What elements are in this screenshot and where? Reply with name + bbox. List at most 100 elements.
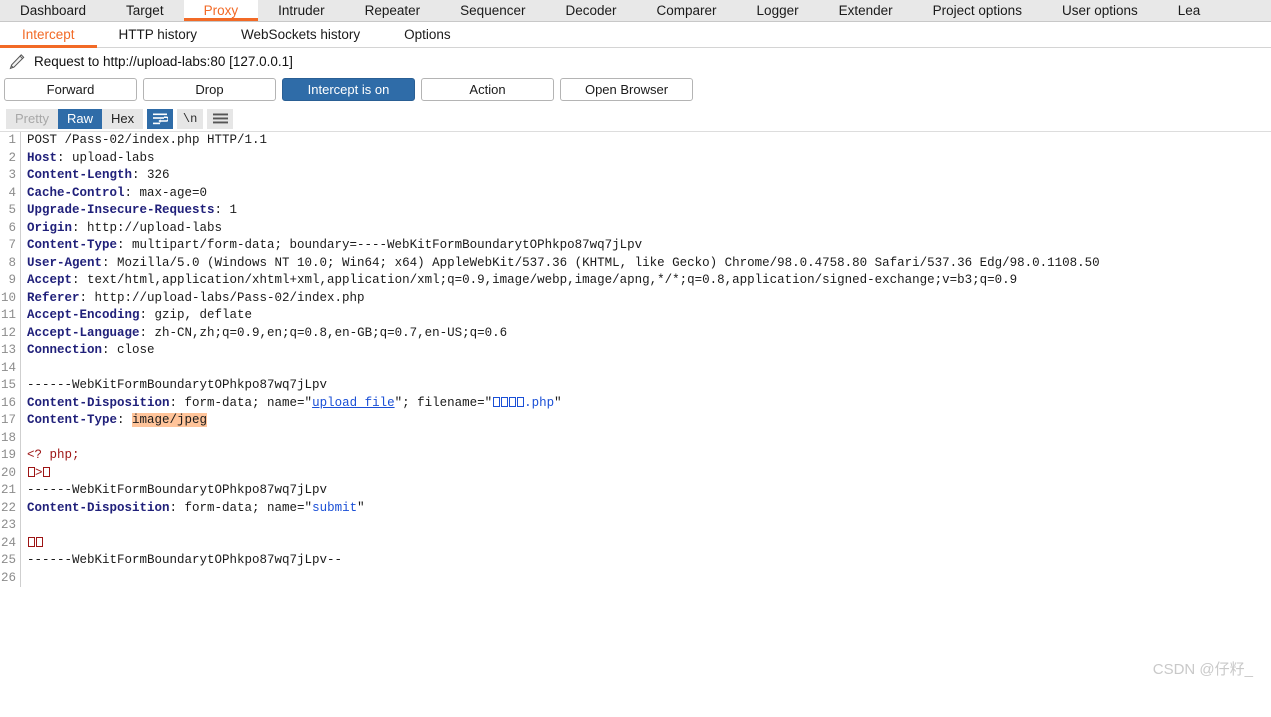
show-newlines-icon[interactable]: \n [177,108,204,129]
sub-tab-intercept[interactable]: Intercept [0,22,97,48]
unrenderable-glyph-box [27,466,35,477]
main-tab-sequencer[interactable]: Sequencer [440,0,546,21]
code-line: 26 [0,569,1271,587]
code-line-text [21,535,43,553]
code-token: image/jpeg [132,413,208,427]
newline-glyph-label: \n [182,111,198,126]
main-tab-comparer[interactable]: Comparer [636,0,737,21]
code-token: : http://upload-labs/Pass-02/index.php [79,290,365,305]
csdn-watermark: CSDN @仔籽_ [1152,661,1253,678]
word-wrap-icon[interactable] [147,108,174,129]
code-token: Content-Type [27,238,118,252]
code-line-text: Upgrade-Insecure-Requests: 1 [21,202,237,220]
code-line-text: Content-Length: 326 [21,167,170,185]
line-number: 24 [0,534,21,552]
code-line-text: Content-Type: multipart/form-data; bound… [21,237,642,255]
code-line: 16 Content-Disposition: form-data; name="… [0,394,1271,412]
code-line: 3 Content-Length: 326 [0,167,1271,185]
code-line: 15 ------WebKitFormBoundarytOPhkpo87wq7jL… [0,377,1271,395]
forward-button[interactable]: Forward [4,78,137,101]
unrenderable-glyph-box [508,396,516,407]
code-line: 20 > [0,464,1271,483]
code-token: Accept [27,273,73,287]
menu-icon[interactable] [207,108,234,129]
pencil-icon [9,53,25,69]
code-line-text: Accept: text/html,application/xhtml+xml,… [21,272,1017,290]
main-tab-proxy[interactable]: Proxy [183,0,259,21]
code-token: " [357,500,365,515]
code-line-text: Accept-Encoding: gzip, deflate [21,307,252,325]
line-number: 10 [0,289,21,307]
code-line: 14 [0,359,1271,377]
drop-button[interactable]: Drop [143,78,276,101]
line-number: 21 [0,482,21,500]
code-token: : zh-CN,zh;q=0.9,en;q=0.8,en-GB;q=0.7,en… [139,325,508,340]
code-token: "; filename=" [394,395,493,410]
unrenderable-glyph-box [35,536,43,547]
code-token: Accept-Encoding [27,308,140,322]
line-number: 22 [0,499,21,517]
code-line-text: Referer: http://upload-labs/Pass-02/inde… [21,290,365,308]
code-line: 10 Referer: http://upload-labs/Pass-02/in… [0,289,1271,308]
sub-tab-websockets-history[interactable]: WebSockets history [219,22,382,47]
code-token: " [554,395,562,410]
main-tab-extender[interactable]: Extender [818,0,913,21]
code-line: 18 [0,429,1271,447]
code-token: : 326 [132,168,170,182]
line-number: 18 [0,429,21,447]
code-token: ------WebKitFormBoundarytOPhkpo87wq7jLpv [27,378,328,392]
code-line-text: ------WebKitFormBoundarytOPhkpo87wq7jLpv [21,377,327,395]
code-line-text: <? php; [21,447,80,465]
action-button[interactable]: Action [421,78,554,101]
code-line-text: > [21,465,51,483]
sub-tab-options[interactable]: Options [382,22,473,47]
code-token: .php [524,395,555,410]
view-mode-hex[interactable]: Hex [101,108,144,129]
code-token: Content-Disposition [27,500,170,515]
line-number: 11 [0,307,21,325]
line-number: 5 [0,202,21,220]
unrenderable-glyph-box [492,396,500,407]
request-target-text: Request to http://upload-labs:80 [127.0.… [34,54,293,69]
main-tab-decoder[interactable]: Decoder [545,0,637,21]
line-number: 14 [0,359,21,377]
code-token: User-Agent [27,255,103,270]
main-tab-target[interactable]: Target [106,0,184,21]
code-line: 4 Cache-Control: max-age=0 [0,184,1271,202]
main-tab-lea[interactable]: Lea [1157,0,1221,21]
code-line-text: Content-Disposition: form-data; name="su… [21,500,365,518]
code-token: Upgrade-Insecure-Requests [27,203,215,217]
intercept-action-bar: Forward Drop Intercept is on Action Open Bro… [0,75,1271,106]
line-number: 20 [0,464,21,482]
sub-tab-http-history[interactable]: HTTP history [97,22,220,47]
code-token: : [117,413,133,427]
code-token [27,466,35,480]
code-token: Cache-Control [27,185,125,200]
code-line: 9 Accept: text/html,application/xhtml+xml… [0,272,1271,290]
line-number: 19 [0,447,21,465]
line-number: 12 [0,324,21,342]
code-token [43,466,51,480]
main-tab-user-options[interactable]: User options [1041,0,1158,21]
code-token: Referer [27,290,80,305]
main-tab-project-options[interactable]: Project options [912,0,1042,21]
main-tab-repeater[interactable]: Repeater [344,0,441,21]
code-token: : text/html,application/xhtml+xml,applic… [72,273,1018,287]
code-line-text: ------WebKitFormBoundarytOPhkpo87wq7jLpv… [21,552,342,570]
view-mode-raw[interactable]: Raw [57,108,102,129]
code-line-text: User-Agent: Mozilla/5.0 (Windows NT 10.0… [21,255,1100,273]
open-browser-button[interactable]: Open Browser [560,78,693,101]
code-token: : close [102,343,155,357]
view-mode-segment-group: Pretty Raw Hex [6,108,144,129]
request-editor[interactable]: 1 POST /Pass-02/index.php HTTP/1.1 2 Host: … [0,132,1271,689]
code-token: POST /Pass-02/index.php HTTP/1.1 [27,133,268,147]
code-token: Content-Disposition [27,395,170,410]
code-line-text: Content-Type: image/jpeg [21,412,208,430]
main-tab-logger[interactable]: Logger [736,0,819,21]
code-line: 2 Host: upload-labs [0,149,1271,167]
main-tab-dashboard[interactable]: Dashboard [0,0,107,21]
code-token: : 1 [214,203,238,217]
code-line-text: Origin: http://upload-labs [21,220,222,238]
intercept-is-on-button[interactable]: Intercept is on [282,78,415,101]
main-tab-intruder[interactable]: Intruder [258,0,345,21]
